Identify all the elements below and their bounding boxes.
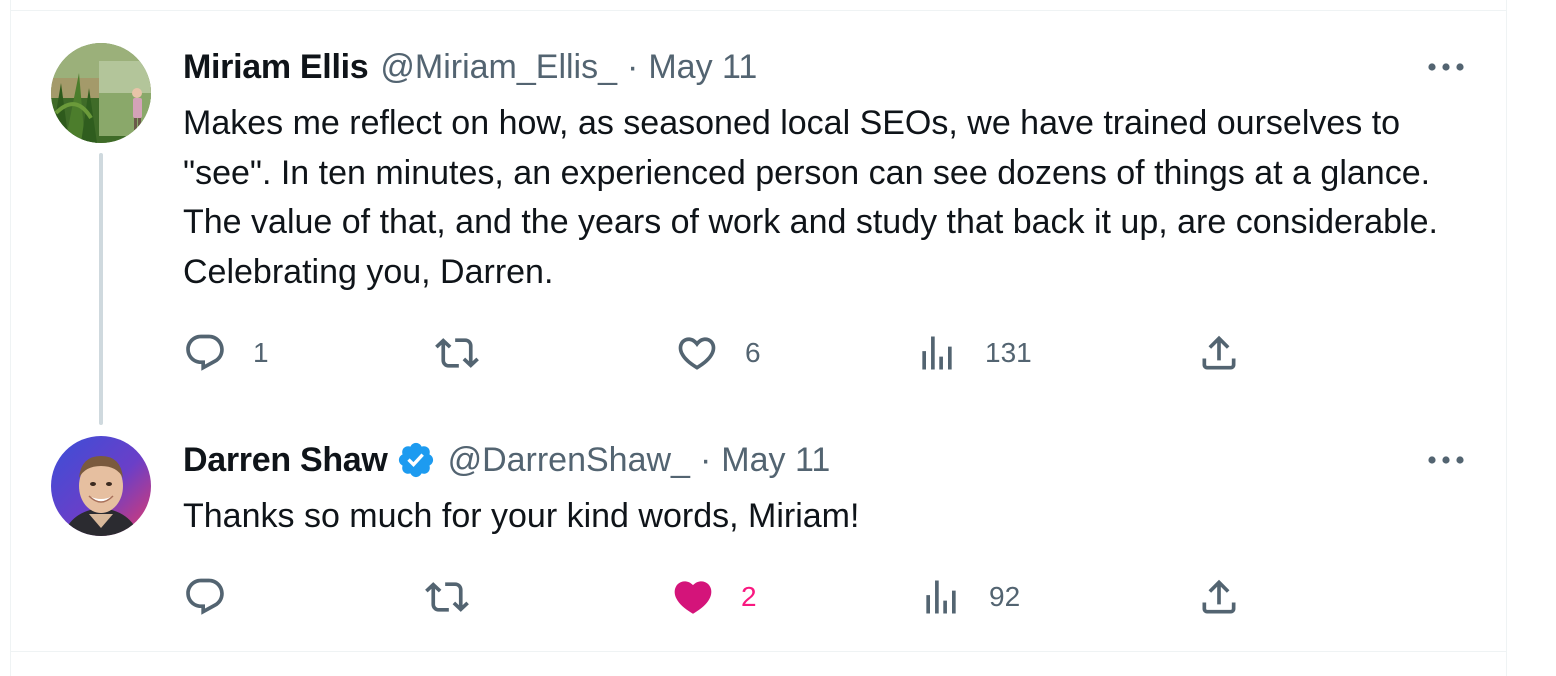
more-dots-icon [1428,456,1464,464]
retweet-button[interactable] [435,331,505,375]
reply-button[interactable]: 1 [183,331,269,375]
share-icon [1202,579,1236,614]
more-options-button[interactable] [1421,445,1471,475]
tweet-date[interactable]: May 11 [648,43,757,91]
avatar[interactable] [51,43,151,143]
like-button[interactable]: 2 [671,575,757,619]
tweet-header: Darren Shaw @DarrenShaw_ · May 11 [183,436,830,484]
views-chart-icon [922,336,952,370]
views-chart-icon [926,580,956,614]
more-options-button[interactable] [1421,52,1471,82]
tweet-text: Makes me reflect on how, as seasoned loc… [183,104,1438,291]
tweet-text: Thanks so much for your kind words, Miri… [183,497,860,535]
share-icon [1202,335,1236,370]
like-count: 2 [741,581,757,612]
tweet-thread-container: Miriam Ellis @Miriam_Ellis_ · May 11 Mak… [10,0,1507,676]
share-button[interactable] [1197,575,1241,619]
avatar[interactable] [51,436,151,536]
miriam-avatar-image [51,43,151,143]
tweet-actions: 1 6 131 [183,331,1283,375]
author-handle[interactable]: @DarrenShaw_ [448,436,690,484]
thread-connector-line [99,153,103,425]
tweet-actions: 2 92 [183,575,1283,619]
header-separator: · [699,441,712,479]
retweet-button[interactable] [425,575,495,619]
reply-count: 1 [253,337,269,368]
views-count: 131 [985,337,1032,368]
top-divider [11,10,1506,11]
like-count: 6 [745,337,761,368]
views-button[interactable]: 92 [919,575,1020,619]
reply-icon [186,578,224,615]
heart-icon [678,337,716,370]
header-separator: · [627,48,639,86]
retweet-icon [435,338,479,368]
share-button[interactable] [1197,331,1241,375]
reply-button[interactable] [183,575,253,619]
bottom-divider [11,651,1506,652]
views-button[interactable]: 131 [915,331,1032,375]
more-dots-icon [1428,63,1464,71]
views-count: 92 [989,581,1021,612]
author-name[interactable]: Miriam Ellis [183,43,369,91]
verified-badge-icon[interactable] [396,440,436,480]
reply-icon [186,334,224,371]
heart-filled-icon [674,581,712,614]
author-handle[interactable]: @Miriam_Ellis_ [380,43,617,91]
author-name[interactable]: Darren Shaw [183,436,388,484]
like-button[interactable]: 6 [675,331,761,375]
tweet-date[interactable]: May 11 [721,436,830,484]
retweet-icon [425,582,469,612]
tweet-header: Miriam Ellis @Miriam_Ellis_ · May 11 [183,43,757,91]
darren-avatar-image [51,436,151,536]
